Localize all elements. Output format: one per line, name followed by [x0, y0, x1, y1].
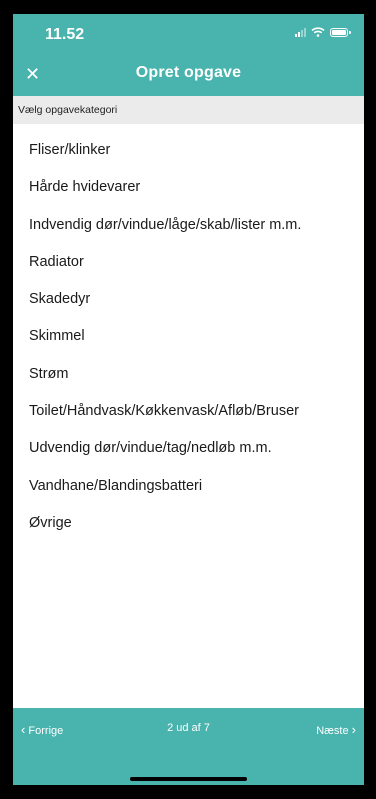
top-bar: 11.52 ✕ Opret opgave: [13, 14, 364, 96]
category-item[interactable]: Toilet/Håndvask/Køkkenvask/Afløb/Bruser: [13, 393, 364, 430]
bottom-nav-bar: ‹ Forrige 2 ud af 7 Næste ›: [13, 708, 364, 785]
battery-icon: [330, 27, 351, 37]
home-indicator[interactable]: [130, 777, 247, 781]
wifi-icon: [311, 27, 325, 37]
status-time: 11.52: [45, 26, 85, 43]
category-item[interactable]: Radiator: [13, 244, 364, 281]
category-item[interactable]: Strøm: [13, 356, 364, 393]
page-title: Opret opgave: [135, 64, 242, 81]
status-icons: [295, 27, 351, 37]
chevron-right-icon: ›: [351, 722, 356, 737]
category-item[interactable]: Skimmel: [13, 318, 364, 355]
app-screen: 11.52 ✕ Opret opgave Vælg opgavekategori…: [13, 14, 364, 785]
page-indicator: 2 ud af 7: [167, 722, 210, 734]
category-item[interactable]: Øvrige: [13, 505, 364, 542]
category-item[interactable]: Vandhane/Blandingsbatteri: [13, 468, 364, 505]
next-label: Næste: [316, 725, 349, 737]
category-item[interactable]: Fliser/klinker: [13, 132, 364, 169]
category-item[interactable]: Skadedyr: [13, 281, 364, 318]
next-button[interactable]: Næste ›: [316, 722, 356, 737]
category-item[interactable]: Hårde hvidevarer: [13, 169, 364, 206]
cellular-signal-icon: [295, 27, 306, 37]
section-header: Vælg opgavekategori: [13, 96, 364, 124]
category-item[interactable]: Indvendig dør/vindue/låge/skab/lister m.…: [13, 207, 364, 244]
category-item[interactable]: Udvendig dør/vindue/tag/nedløb m.m.: [13, 430, 364, 467]
category-list: Fliser/klinker Hårde hvidevarer Indvendi…: [13, 132, 364, 542]
